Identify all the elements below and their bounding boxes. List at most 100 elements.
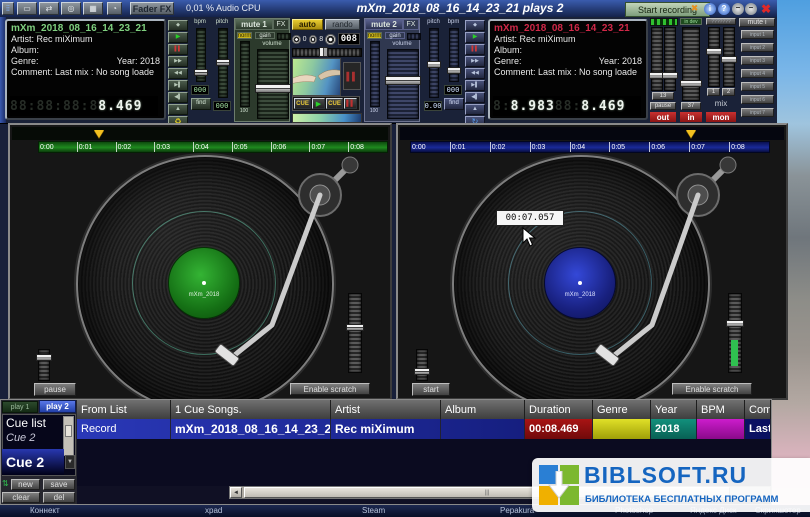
equalizer-icon[interactable]: ▦ — [83, 2, 103, 15]
deck1-pitch-track[interactable] — [218, 28, 228, 98]
taskbar-item-2[interactable]: xpad — [205, 506, 222, 515]
deck1-fastforward-icon[interactable]: ▶▶ — [168, 56, 188, 67]
input-mute-button-2[interactable]: input 2 — [741, 43, 774, 52]
monitor-channel-2-button[interactable]: 2 — [722, 88, 735, 96]
column-header-duration[interactable]: Duration — [525, 400, 593, 419]
cue-combo-dropdown-icon[interactable]: ▼ — [65, 455, 75, 469]
fader-fx-button[interactable]: Fader FX — [130, 2, 174, 15]
deck2-pause-icon[interactable]: ▌▌ — [465, 44, 485, 55]
info-icon[interactable]: i — [704, 3, 716, 15]
deck2-bpm-track[interactable] — [449, 28, 459, 82]
tab-play-2[interactable]: play 2 — [39, 400, 76, 413]
cue-new-button[interactable]: new — [11, 479, 40, 490]
deck1-gain-track[interactable] — [277, 33, 291, 40]
cue-selected-combo[interactable]: Cue 2 — [2, 449, 64, 475]
crossfader-track[interactable] — [292, 48, 362, 57]
input-fader[interactable] — [682, 27, 700, 101]
column-header-comment[interactable]: Comment — [745, 400, 771, 419]
radio-8[interactable] — [309, 35, 318, 44]
mixer-pause-icon[interactable]: ▌▌ — [343, 62, 361, 90]
cue-right-button[interactable]: CUE — [326, 98, 343, 109]
clock-icon[interactable]: ◔ — [107, 2, 122, 15]
deck2-bpm-handle[interactable] — [447, 67, 461, 74]
cassette-icon[interactable]: ▭ — [17, 2, 37, 15]
input-mute-button-5[interactable]: input 5 — [741, 82, 774, 91]
turntable1-enable-scratch-button[interactable]: Enable scratch — [290, 383, 370, 395]
column-header-fromlist[interactable]: From List — [77, 400, 171, 419]
tab-play-1[interactable]: play 1 — [2, 401, 38, 413]
auto-button[interactable]: auto — [292, 19, 323, 30]
turntable1-tonearm[interactable] — [10, 125, 394, 402]
deck2-pitch-track[interactable] — [429, 28, 439, 98]
deck2-gain-track[interactable] — [407, 33, 421, 40]
deck2-pitch-handle[interactable] — [427, 61, 441, 68]
deck1-volume-handle[interactable] — [255, 84, 291, 93]
input-device-button[interactable]: in dev — [680, 18, 702, 25]
deck1-bpm-track[interactable] — [196, 28, 206, 82]
output-fader-right[interactable] — [664, 27, 676, 91]
turntable1-left-slider[interactable] — [38, 349, 50, 381]
column-header-genre[interactable]: Genre — [593, 400, 651, 419]
deck1-eject-icon[interactable]: ▲ — [168, 104, 188, 115]
deck2-mute-button[interactable]: mute 2 — [365, 19, 403, 30]
monitor-fader-right[interactable] — [723, 27, 735, 87]
deck1-mute-button[interactable]: mute 1 — [235, 19, 273, 30]
turntable2-start-button[interactable]: start — [412, 383, 450, 396]
column-header-artist[interactable]: Artist — [331, 400, 441, 419]
disc-icon[interactable]: ◎ — [61, 2, 81, 15]
turntable2-pitch-slider[interactable] — [728, 293, 742, 373]
cue-clear-button[interactable]: clear — [2, 492, 40, 503]
cue-list-scrollbar[interactable] — [63, 416, 74, 456]
deck2-prev-icon[interactable]: ◀▌ — [465, 92, 485, 103]
turntable1-pitch-slider[interactable] — [348, 293, 362, 373]
column-header-songs[interactable]: 1 Cue Songs. — [171, 400, 331, 419]
rando-button[interactable]: rando — [325, 19, 360, 30]
refresh-icon[interactable]: ⇅ — [2, 479, 10, 489]
deck2-find-button[interactable]: find — [444, 98, 464, 110]
minimize-icon[interactable]: – — [732, 3, 744, 15]
turntable2-left-slider[interactable] — [416, 349, 428, 381]
input-mute-button-7[interactable]: input 7 — [741, 108, 774, 117]
deck2-volume-handle[interactable] — [385, 76, 421, 85]
scroll-left-icon[interactable]: ◄ — [230, 487, 242, 498]
deck1-rewind-icon[interactable]: ◀◀ — [168, 68, 188, 79]
close-icon[interactable]: ✖ — [759, 2, 773, 16]
playlist-row[interactable]: Record mXm_2018_08_16_14_23_21 Rec miXim… — [77, 419, 771, 439]
taskbar-item-1[interactable]: Коннект — [30, 506, 60, 515]
input-mute-button-1[interactable]: input 1 — [741, 30, 774, 39]
radio-counter[interactable] — [325, 34, 336, 45]
deck1-pause-icon[interactable]: ▌▌ — [168, 44, 188, 55]
deck1-next-icon[interactable]: ▶▌ — [168, 80, 188, 91]
cue-pause-icon[interactable]: ▌▌ — [344, 98, 357, 109]
deck1-prev-icon[interactable]: ◀▌ — [168, 92, 188, 103]
cue-play-icon[interactable]: ▶ — [312, 98, 325, 109]
taskbar-item-3[interactable]: Steam — [362, 506, 385, 515]
deck2-loop-icon[interactable]: ◆ — [465, 20, 485, 31]
cue-save-button[interactable]: save — [43, 479, 75, 490]
deck1-loop-icon[interactable]: ◆ — [168, 20, 188, 31]
monitor-channel-1-button[interactable]: 1 — [707, 88, 720, 96]
taskbar-item-4[interactable]: Pepakura — [500, 506, 534, 515]
cue-left-button[interactable]: CUE — [294, 98, 311, 109]
deck2-next-icon[interactable]: ▶▌ — [465, 80, 485, 91]
deck2-play-icon[interactable]: ▶ — [465, 32, 485, 43]
radio-0[interactable] — [292, 35, 301, 44]
deck2-volume-track[interactable] — [387, 49, 419, 119]
help-icon[interactable]: ? — [718, 3, 730, 15]
input-mute-button-4[interactable]: input 4 — [741, 69, 774, 78]
output-pause-button[interactable]: pause — [650, 102, 676, 110]
cue-del-button[interactable]: del — [43, 492, 75, 503]
deck2-eject-icon[interactable]: ▲ — [465, 104, 485, 115]
turntable2-enable-scratch-button[interactable]: Enable scratch — [672, 383, 752, 395]
deck1-volume-track[interactable] — [257, 49, 289, 119]
deck2-fx-button[interactable]: FX — [403, 19, 419, 30]
output-fader-left[interactable] — [651, 27, 663, 91]
maximize-icon[interactable]: – — [745, 3, 757, 15]
deck1-fx-button[interactable]: FX — [273, 19, 289, 30]
column-header-year[interactable]: Year — [651, 400, 697, 419]
crossfader-handle[interactable] — [319, 47, 328, 57]
deck2-rewind-icon[interactable]: ◀◀ — [465, 68, 485, 79]
deck1-play-icon[interactable]: ▶ — [168, 32, 188, 43]
column-header-album[interactable]: Album — [441, 400, 525, 419]
input-mute-button-6[interactable]: input 6 — [741, 95, 774, 104]
